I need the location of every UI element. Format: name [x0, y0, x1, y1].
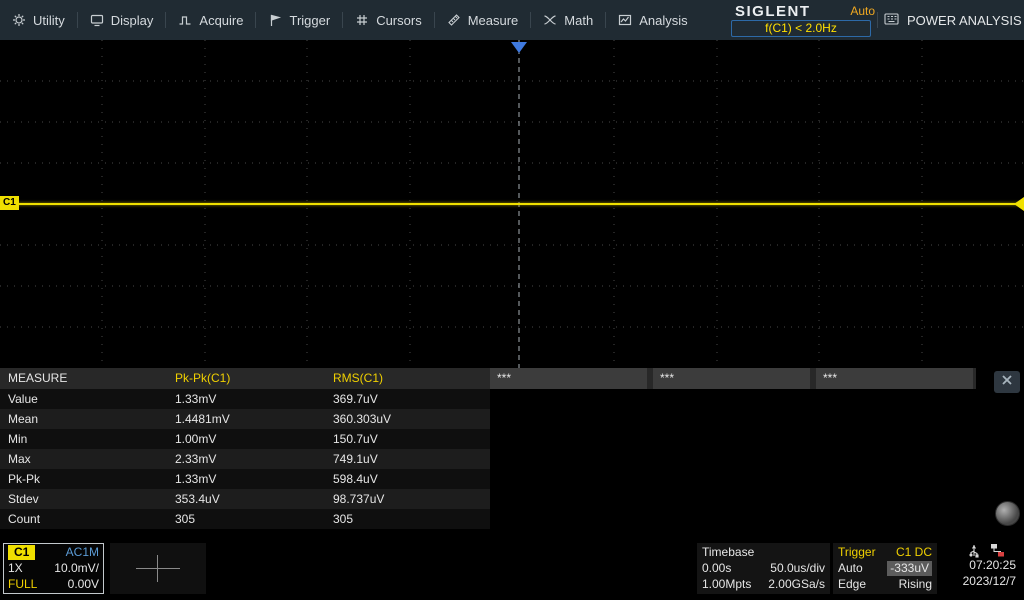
channel1-offset: 0.00V — [68, 577, 99, 592]
channel1-probe: 1X — [8, 561, 23, 576]
table-row: Mean1.4481mV360.303uV — [0, 409, 490, 429]
menu-item-label: Utility — [33, 13, 65, 28]
table-row: Max2.33mV749.1uV — [0, 449, 490, 469]
cursors-icon — [355, 13, 369, 27]
knob-indicator[interactable] — [995, 501, 1020, 526]
ruler-icon — [447, 13, 461, 27]
trigger-level: -333uV — [887, 561, 932, 576]
timebase-memory: 1.00Mpts — [702, 577, 751, 592]
menu-item-trigger[interactable]: Trigger — [256, 0, 342, 40]
trigger-level-marker[interactable] — [1014, 197, 1024, 211]
menu-item-label: Measure — [468, 13, 519, 28]
table-row: Stdev353.4uV98.737uV — [0, 489, 490, 509]
channel1-descriptor-box[interactable]: C1 AC1M 1X 10.0mV/ FULL 0.00V — [3, 543, 104, 594]
trigger-box[interactable]: Trigger C1 DC Auto -333uV Edge Rising — [833, 543, 937, 594]
table-row: Value1.33mV369.7uV — [0, 389, 490, 409]
measure-rows: Value1.33mV369.7uV Mean1.4481mV360.303uV… — [0, 389, 490, 529]
channel1-position-marker[interactable]: C1 — [0, 196, 19, 210]
power-analysis-label: POWER ANALYSIS — [907, 13, 1022, 28]
measure-column-empty[interactable]: *** — [816, 368, 973, 389]
table-row: Count305305 — [0, 509, 490, 529]
date-display: 2023/12/7 — [936, 573, 1016, 589]
channel1-badge: C1 — [8, 545, 35, 560]
table-row: Pk-Pk1.33mV598.4uV — [0, 469, 490, 489]
bottom-status-bar: C1 AC1M 1X 10.0mV/ FULL 0.00V Timebase 0… — [0, 540, 1024, 600]
plus-icon — [136, 568, 180, 569]
menu-item-display[interactable]: Display — [78, 0, 166, 40]
time-display: 07:20:25 — [936, 557, 1016, 573]
menu-item-label: Display — [111, 13, 154, 28]
trigger-slope: Rising — [899, 577, 932, 592]
menu-item-analysis[interactable]: Analysis — [606, 0, 699, 40]
channel1-trace — [0, 203, 1024, 205]
frequency-counter: f(C1) < 2.0Hz — [731, 20, 871, 37]
close-icon — [1001, 373, 1013, 391]
measure-column-rms[interactable]: RMS(C1) — [333, 371, 383, 385]
brand-logo: SIGLENT — [735, 3, 811, 20]
timebase-title: Timebase — [702, 545, 754, 560]
trigger-type: Edge — [838, 577, 866, 592]
timebase-delay: 0.00s — [702, 561, 731, 576]
menu-item-label: Trigger — [289, 13, 330, 28]
menu-separator — [877, 12, 878, 28]
flag-icon — [268, 13, 282, 27]
measure-column-pkpk[interactable]: Pk-Pk(C1) — [175, 371, 230, 385]
clock: 07:20:25 2023/12/7 — [936, 557, 1016, 589]
timebase-sample-rate: 2.00GSa/s — [768, 577, 825, 592]
analysis-icon — [618, 13, 632, 27]
table-row: Min1.00mV150.7uV — [0, 429, 490, 449]
add-channel-button[interactable] — [110, 543, 206, 594]
display-icon — [90, 13, 104, 27]
gear-icon — [12, 13, 26, 27]
power-analysis-button[interactable]: POWER ANALYSIS — [884, 0, 1022, 40]
power-analysis-icon — [884, 12, 899, 29]
menu-item-label: Math — [564, 13, 593, 28]
trigger-title: Trigger — [838, 545, 876, 560]
trigger-position-marker[interactable] — [511, 42, 527, 53]
menu-item-label: Cursors — [376, 13, 422, 28]
brand-area: SIGLENT Auto f(C1) < 2.0Hz — [729, 0, 877, 40]
waveform-display: C1 — [0, 40, 1024, 368]
menu-item-acquire[interactable]: Acquire — [166, 0, 255, 40]
measure-column-empty[interactable]: *** — [490, 368, 647, 389]
trigger-mode: Auto — [838, 561, 863, 576]
menu-item-utility[interactable]: Utility — [0, 0, 77, 40]
acquisition-status: Auto — [850, 4, 875, 18]
timebase-box[interactable]: Timebase 0.00s 50.0us/div 1.00Mpts 2.00G… — [697, 543, 830, 594]
channel1-scale: 10.0mV/ — [54, 561, 99, 576]
acquire-icon — [178, 13, 192, 27]
menu-item-label: Analysis — [639, 13, 687, 28]
measure-column-empty[interactable]: *** — [653, 368, 810, 389]
menu-item-label: Acquire — [199, 13, 243, 28]
measure-title: MEASURE — [8, 371, 67, 385]
top-menu-bar: Utility Display Acquire Trigger Cursors … — [0, 0, 1024, 40]
plus-icon — [157, 555, 158, 582]
measure-panel: MEASURE Pk-Pk(C1) RMS(C1) *** *** *** Va… — [0, 368, 1024, 533]
timebase-scale: 50.0us/div — [770, 561, 825, 576]
menu-item-cursors[interactable]: Cursors — [343, 0, 434, 40]
menu-item-measure[interactable]: Measure — [435, 0, 531, 40]
measure-header-row: MEASURE Pk-Pk(C1) RMS(C1) *** *** *** — [0, 368, 976, 389]
channel1-coupling: AC1M — [66, 545, 99, 560]
measure-close-button[interactable] — [994, 371, 1020, 393]
math-icon — [543, 13, 557, 27]
channel1-bandwidth: FULL — [8, 577, 37, 592]
trigger-source: C1 DC — [896, 545, 932, 560]
menu-item-math[interactable]: Math — [531, 0, 605, 40]
